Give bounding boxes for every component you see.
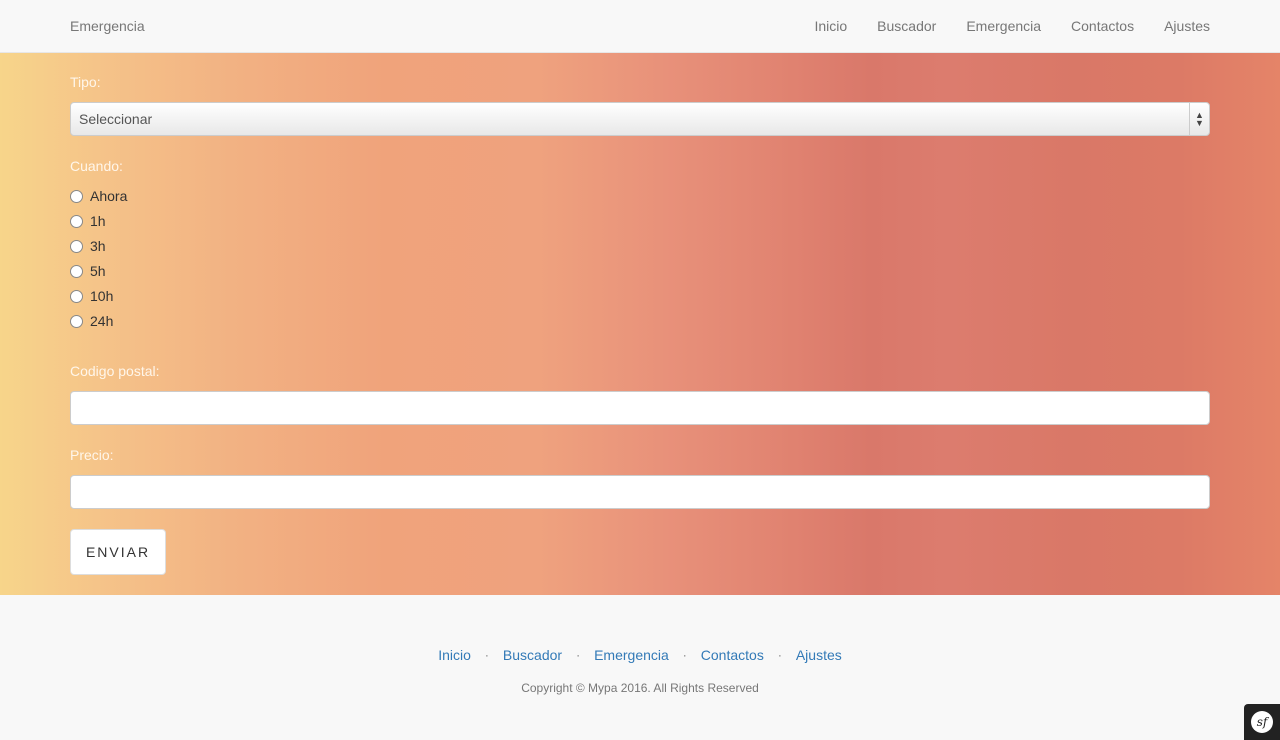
nav-link-emergencia[interactable]: Emergencia <box>966 18 1041 34</box>
footer-separator: · <box>777 648 782 662</box>
radio-option-24h[interactable]: 24h <box>70 311 113 331</box>
copyright-text: Copyright © Mypa 2016. All Rights Reserv… <box>521 681 759 695</box>
radio-label: 24h <box>90 313 114 329</box>
tipo-label: Tipo: <box>70 74 101 90</box>
radio-option-ahora[interactable]: Ahora <box>70 186 127 206</box>
footer-separator: · <box>576 648 581 662</box>
nav-link-contactos[interactable]: Contactos <box>1071 18 1134 34</box>
nav-link-inicio[interactable]: Inicio <box>814 18 847 34</box>
radio-label: 3h <box>90 238 106 254</box>
footer-link-inicio[interactable]: Inicio <box>438 647 471 663</box>
radio-option-1h[interactable]: 1h <box>70 211 106 231</box>
footer-link-buscador[interactable]: Buscador <box>503 647 562 663</box>
emergency-form-section: Tipo: Seleccionar ▲ ▼ Cuando: Ahora 1h 3h… <box>0 53 1280 595</box>
radio-label: 10h <box>90 288 114 304</box>
enviar-button[interactable]: ENVIAR <box>70 529 166 575</box>
symfony-debug-toolbar-toggle[interactable]: sf <box>1244 704 1280 740</box>
footer-link-ajustes[interactable]: Ajustes <box>796 647 842 663</box>
radio-label: Ahora <box>90 188 128 204</box>
footer-separator: · <box>682 648 687 662</box>
navbar-brand[interactable]: Emergencia <box>70 18 145 34</box>
radio-button[interactable] <box>70 314 83 328</box>
radio-option-3h[interactable]: 3h <box>70 236 106 256</box>
symfony-icon: sf <box>1251 711 1273 733</box>
radio-option-10h[interactable]: 10h <box>70 286 113 306</box>
radio-button[interactable] <box>70 289 83 303</box>
footer-link-emergencia[interactable]: Emergencia <box>594 647 669 663</box>
select-arrows-icon: ▲ ▼ <box>1189 103 1209 135</box>
nav-link-ajustes[interactable]: Ajustes <box>1164 18 1210 34</box>
top-navbar: Emergencia Inicio Buscador Emergencia Co… <box>0 0 1280 53</box>
radio-button[interactable] <box>70 189 83 203</box>
footer-link-contactos[interactable]: Contactos <box>701 647 764 663</box>
footer-separator: · <box>484 648 489 662</box>
footer-links: Inicio · Buscador · Emergencia · Contact… <box>0 647 1280 663</box>
codigo-postal-label: Codigo postal: <box>70 363 160 379</box>
radio-option-5h[interactable]: 5h <box>70 261 106 281</box>
cuando-label: Cuando: <box>70 158 123 174</box>
radio-label: 5h <box>90 263 106 279</box>
codigo-postal-input[interactable] <box>70 391 1210 425</box>
nav-link-buscador[interactable]: Buscador <box>877 18 936 34</box>
radio-button[interactable] <box>70 239 83 253</box>
radio-button[interactable] <box>70 214 83 228</box>
radio-label: 1h <box>90 213 106 229</box>
tipo-select-value: Seleccionar <box>79 111 153 127</box>
radio-button[interactable] <box>70 264 83 278</box>
navbar-links: Inicio Buscador Emergencia Contactos Aju… <box>814 18 1210 34</box>
tipo-select[interactable]: Seleccionar ▲ ▼ <box>70 102 1210 136</box>
precio-input[interactable] <box>70 475 1210 509</box>
precio-label: Precio: <box>70 447 114 463</box>
